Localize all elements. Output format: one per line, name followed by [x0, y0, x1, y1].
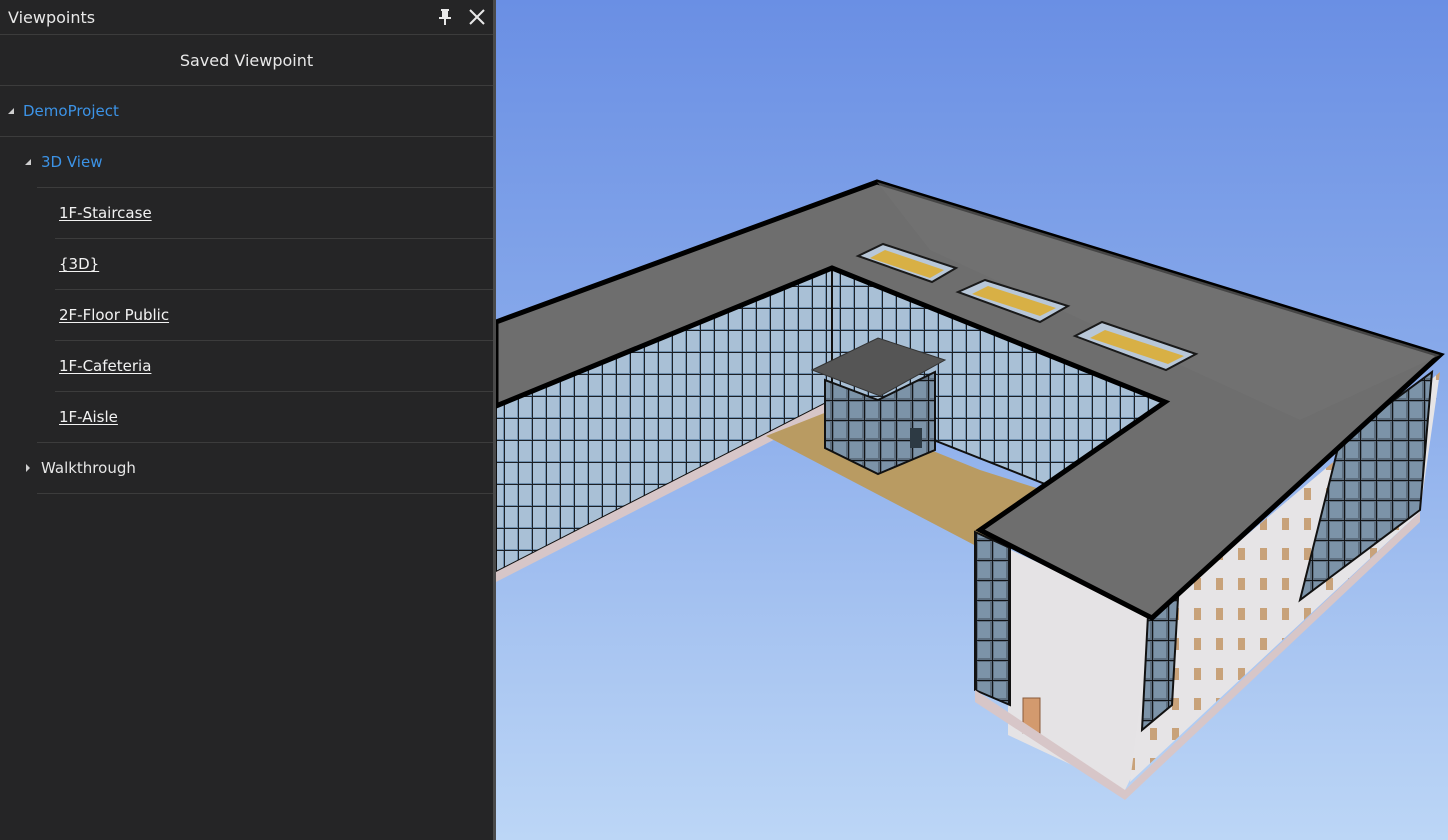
viewpoint-link[interactable]: 1F-Cafeteria [59, 357, 151, 375]
building-model [496, 179, 1445, 800]
saved-viewpoint-header: Saved Viewpoint [0, 35, 493, 86]
pin-icon[interactable] [432, 4, 458, 30]
viewpoint-link[interactable]: 1F-Staircase [59, 204, 152, 222]
app-window: Viewpoints Saved Viewpoint DemoProject 3… [0, 0, 1448, 840]
viewpoints-panel: Viewpoints Saved Viewpoint DemoProject 3… [0, 0, 496, 840]
viewpoint-tree: DemoProject 3D View 1F-Staircase {3D} 2F… [0, 86, 493, 494]
viewpoint-item[interactable]: 2F-Floor Public [55, 290, 493, 341]
viewpoint-item[interactable]: 1F-Cafeteria [55, 341, 493, 392]
caret-collapsed-icon[interactable] [25, 464, 41, 472]
viewpoint-item[interactable]: 1F-Staircase [55, 188, 493, 239]
tree-item-demoproject[interactable]: DemoProject [0, 86, 493, 137]
tree-item-label: 3D View [41, 153, 103, 171]
viewpoint-link[interactable]: {3D} [59, 255, 99, 273]
tree-item-3d-view[interactable]: 3D View [25, 137, 493, 188]
caret-expanded-icon[interactable] [25, 158, 41, 166]
caret-expanded-icon[interactable] [8, 107, 23, 115]
viewpoint-link[interactable]: 2F-Floor Public [59, 306, 169, 324]
close-icon[interactable] [464, 4, 490, 30]
panel-header: Viewpoints [0, 0, 493, 35]
3d-viewport[interactable] [496, 0, 1448, 840]
viewpoint-item[interactable]: {3D} [55, 239, 493, 290]
viewpoint-link[interactable]: 1F-Aisle [59, 408, 118, 426]
viewpoint-item[interactable]: 1F-Aisle [37, 392, 493, 443]
tree-item-label: Walkthrough [41, 459, 136, 477]
panel-title: Viewpoints [8, 7, 96, 27]
tree-item-walkthrough[interactable]: Walkthrough [26, 443, 493, 494]
tree-item-label: DemoProject [23, 102, 119, 120]
